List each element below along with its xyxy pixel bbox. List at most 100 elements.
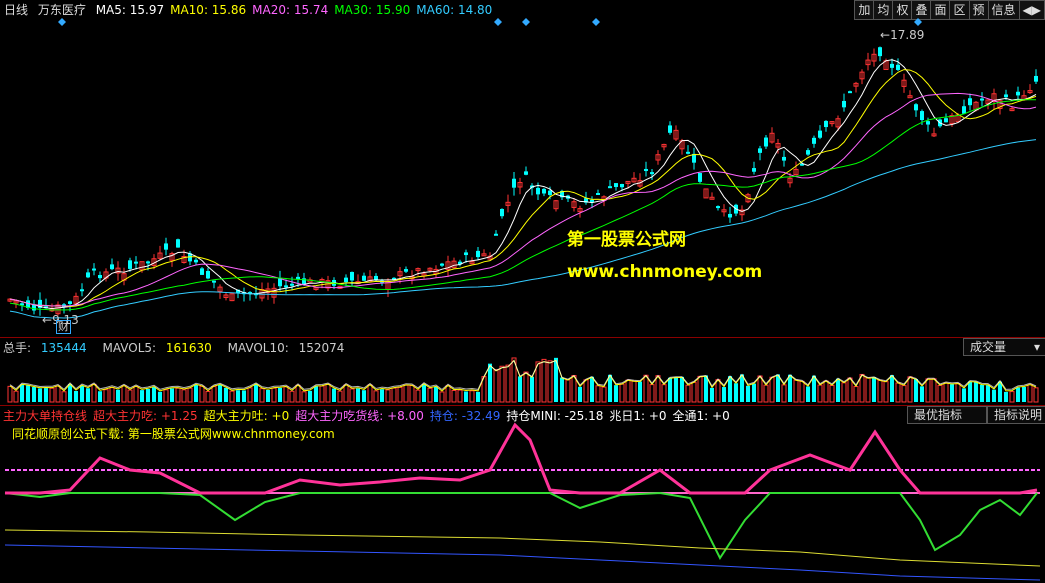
- watermark-title: 第一股票公式网: [567, 230, 686, 250]
- candle-body: [500, 208, 504, 217]
- volume-bar: [337, 390, 343, 403]
- volume-bar: [734, 383, 738, 402]
- volume-bar: [968, 381, 972, 402]
- volume-bar: [920, 386, 924, 402]
- volume-header: 总手: 135444 MAVOL5: 161630 MAVOL10: 15207…: [3, 339, 356, 356]
- candle-body: [512, 178, 516, 188]
- volume-bar: [301, 391, 307, 403]
- volume-bar: [763, 384, 769, 403]
- volume-bar: [247, 387, 253, 403]
- volume-bar: [254, 384, 258, 402]
- volume-bar: [715, 379, 721, 403]
- volume-bar: [271, 387, 277, 403]
- volume-bar: [434, 386, 438, 402]
- event-marker: [592, 18, 600, 26]
- indicator-item-2: 超大主力吐: +0: [203, 409, 290, 423]
- best-indicator-button[interactable]: 最优指标: [907, 406, 987, 424]
- candle-body: [92, 268, 96, 271]
- volume-bar: [373, 390, 379, 403]
- volume-bar: [91, 383, 97, 403]
- volume-bar: [691, 381, 697, 403]
- candle-body: [284, 285, 288, 288]
- event-marker: [58, 18, 66, 26]
- candle-body: [806, 150, 810, 155]
- volume-bar: [211, 386, 217, 403]
- volume-bar: [457, 389, 463, 403]
- candle-body: [716, 206, 720, 209]
- volume-bar: [158, 391, 162, 402]
- volume-bar: [541, 358, 547, 403]
- volume-bar: [668, 377, 672, 402]
- finance-marker[interactable]: 财: [56, 320, 71, 334]
- candle-body: [962, 106, 966, 114]
- candle-body: [782, 156, 786, 161]
- volume-bar: [614, 385, 618, 402]
- candle-body: [194, 259, 198, 263]
- volume-bar: [518, 376, 522, 402]
- volume-bar: [643, 374, 649, 403]
- event-markers: [58, 18, 922, 26]
- volume-bar: [205, 391, 211, 403]
- candle-body: [86, 272, 90, 278]
- watermark-url: www.chnmoney.com: [567, 262, 763, 282]
- volume-bar: [170, 388, 174, 402]
- candle-body: [548, 190, 552, 195]
- volume-bar: [325, 383, 331, 403]
- candle-body: [812, 137, 816, 144]
- volume-bar: [950, 384, 954, 402]
- candle-body: [944, 118, 948, 123]
- volume-bar: [86, 388, 90, 402]
- volume-bar: [655, 375, 661, 403]
- volume-bar: [49, 387, 55, 403]
- volume-bar: [631, 380, 637, 403]
- volume-bar: [649, 384, 655, 403]
- volume-bar: [127, 389, 133, 403]
- volume-bar: [925, 378, 931, 403]
- volume-bar: [776, 374, 780, 402]
- volume-bar: [523, 371, 529, 403]
- volume-bar: [367, 384, 373, 403]
- volume-bar: [769, 376, 775, 403]
- volume-bar: [883, 381, 889, 403]
- volume-bar: [841, 382, 847, 403]
- ma-line-5: [9, 59, 1037, 310]
- candle-body: [494, 233, 498, 236]
- volume-bar: [625, 379, 631, 403]
- volume-bar: [877, 379, 883, 403]
- volume-bar: [974, 382, 978, 402]
- candle-body: [920, 111, 924, 121]
- volume-bar: [140, 390, 144, 402]
- candle-body: [644, 168, 648, 172]
- volume-bar: [890, 375, 894, 402]
- candle-body: [1016, 91, 1020, 96]
- volume-bar: [817, 384, 823, 403]
- candle-body: [968, 98, 972, 106]
- candle-body: [362, 275, 366, 281]
- candle-body: [542, 188, 546, 194]
- candle-body: [212, 280, 216, 283]
- volume-bar: [409, 385, 415, 403]
- volume-bar: [362, 390, 366, 402]
- candle-body: [176, 239, 180, 248]
- mavol10: MAVOL10: 152074: [227, 341, 345, 355]
- volume-bar: [314, 386, 318, 402]
- event-marker: [494, 18, 502, 26]
- candle-body: [464, 252, 468, 256]
- indicator-help-button[interactable]: 指标说明: [987, 406, 1045, 424]
- volume-bar: [175, 387, 181, 403]
- volume-bar: [980, 384, 984, 402]
- volume-bar: [289, 390, 295, 403]
- volume-bar: [439, 391, 445, 403]
- total-volume: 总手: 135444: [3, 341, 87, 355]
- candle-body: [668, 125, 672, 133]
- volume-bar: [13, 390, 19, 403]
- panel-divider-indicator: [0, 405, 1045, 406]
- volume-bar: [722, 387, 726, 402]
- candle-body: [590, 199, 594, 202]
- candle-body: [896, 64, 900, 70]
- volume-bar: [194, 384, 198, 402]
- volume-bar: [266, 390, 270, 402]
- volume-bar: [853, 386, 859, 403]
- volume-indicator-select[interactable]: 成交量 ▾: [963, 338, 1045, 356]
- volume-bar: [746, 385, 750, 402]
